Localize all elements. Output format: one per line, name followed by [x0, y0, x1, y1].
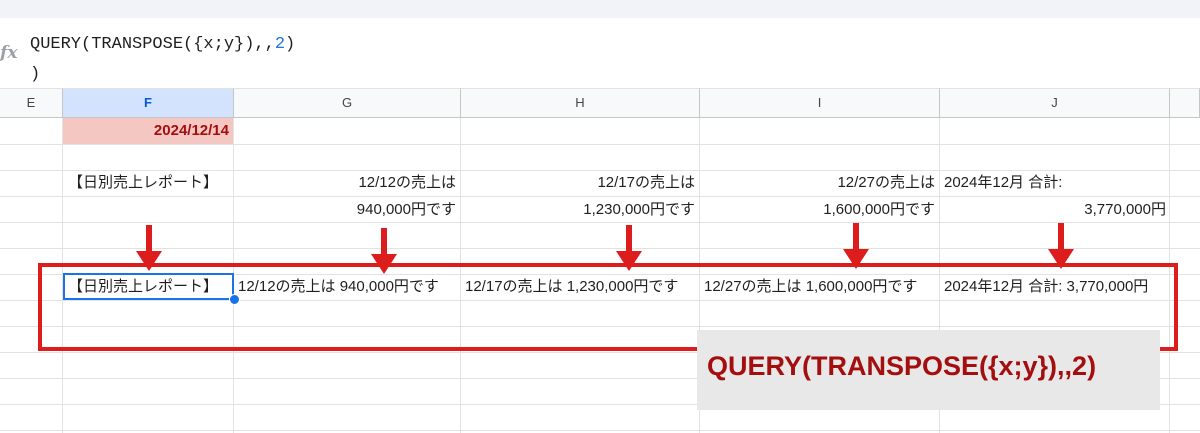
formula-input[interactable]: QUERY(TRANSPOSE({x;y}),,2) ): [30, 30, 295, 90]
annotation-formula-label: QUERY(TRANSPOSE({x;y}),,2): [707, 351, 1097, 381]
cell-g-value[interactable]: 940,000円です: [234, 197, 456, 223]
column-header-f[interactable]: F: [63, 88, 234, 118]
cell-j-value[interactable]: 3,770,000円: [940, 197, 1166, 223]
cell-i-value[interactable]: 1,600,000円です: [700, 197, 935, 223]
column-header-k[interactable]: [1170, 88, 1200, 118]
cell-g-label[interactable]: 12/12の売上は: [234, 170, 456, 196]
column-header-j[interactable]: J: [940, 88, 1170, 118]
grid-line: [0, 248, 1200, 249]
date-cell[interactable]: 2024/12/14: [63, 118, 233, 144]
grid-line: [0, 144, 1200, 145]
grid-line: [0, 430, 1200, 431]
formula-line1-number: 2: [274, 35, 286, 54]
column-header-h[interactable]: H: [461, 88, 700, 118]
formula-line1-prefix: QUERY(TRANSPOSE({x;y}),,: [30, 35, 275, 54]
formula-line2: ): [30, 65, 41, 84]
cell-h-label[interactable]: 12/17の売上は: [461, 170, 695, 196]
cell-h-value[interactable]: 1,230,000円です: [461, 197, 695, 223]
cell-f-report-title[interactable]: 【日別売上レポート】: [68, 170, 218, 196]
cell-i-label[interactable]: 12/27の売上は: [700, 170, 935, 196]
fx-icon: fx: [0, 43, 18, 63]
formula-line1-suffix: ): [285, 35, 296, 54]
column-header-g[interactable]: G: [234, 88, 461, 118]
column-header-e[interactable]: E: [0, 88, 63, 118]
cell-j-label[interactable]: 2024年12月 合計:: [944, 170, 1062, 196]
column-header-i[interactable]: I: [700, 88, 940, 118]
browser-top-strip: [0, 0, 1200, 18]
